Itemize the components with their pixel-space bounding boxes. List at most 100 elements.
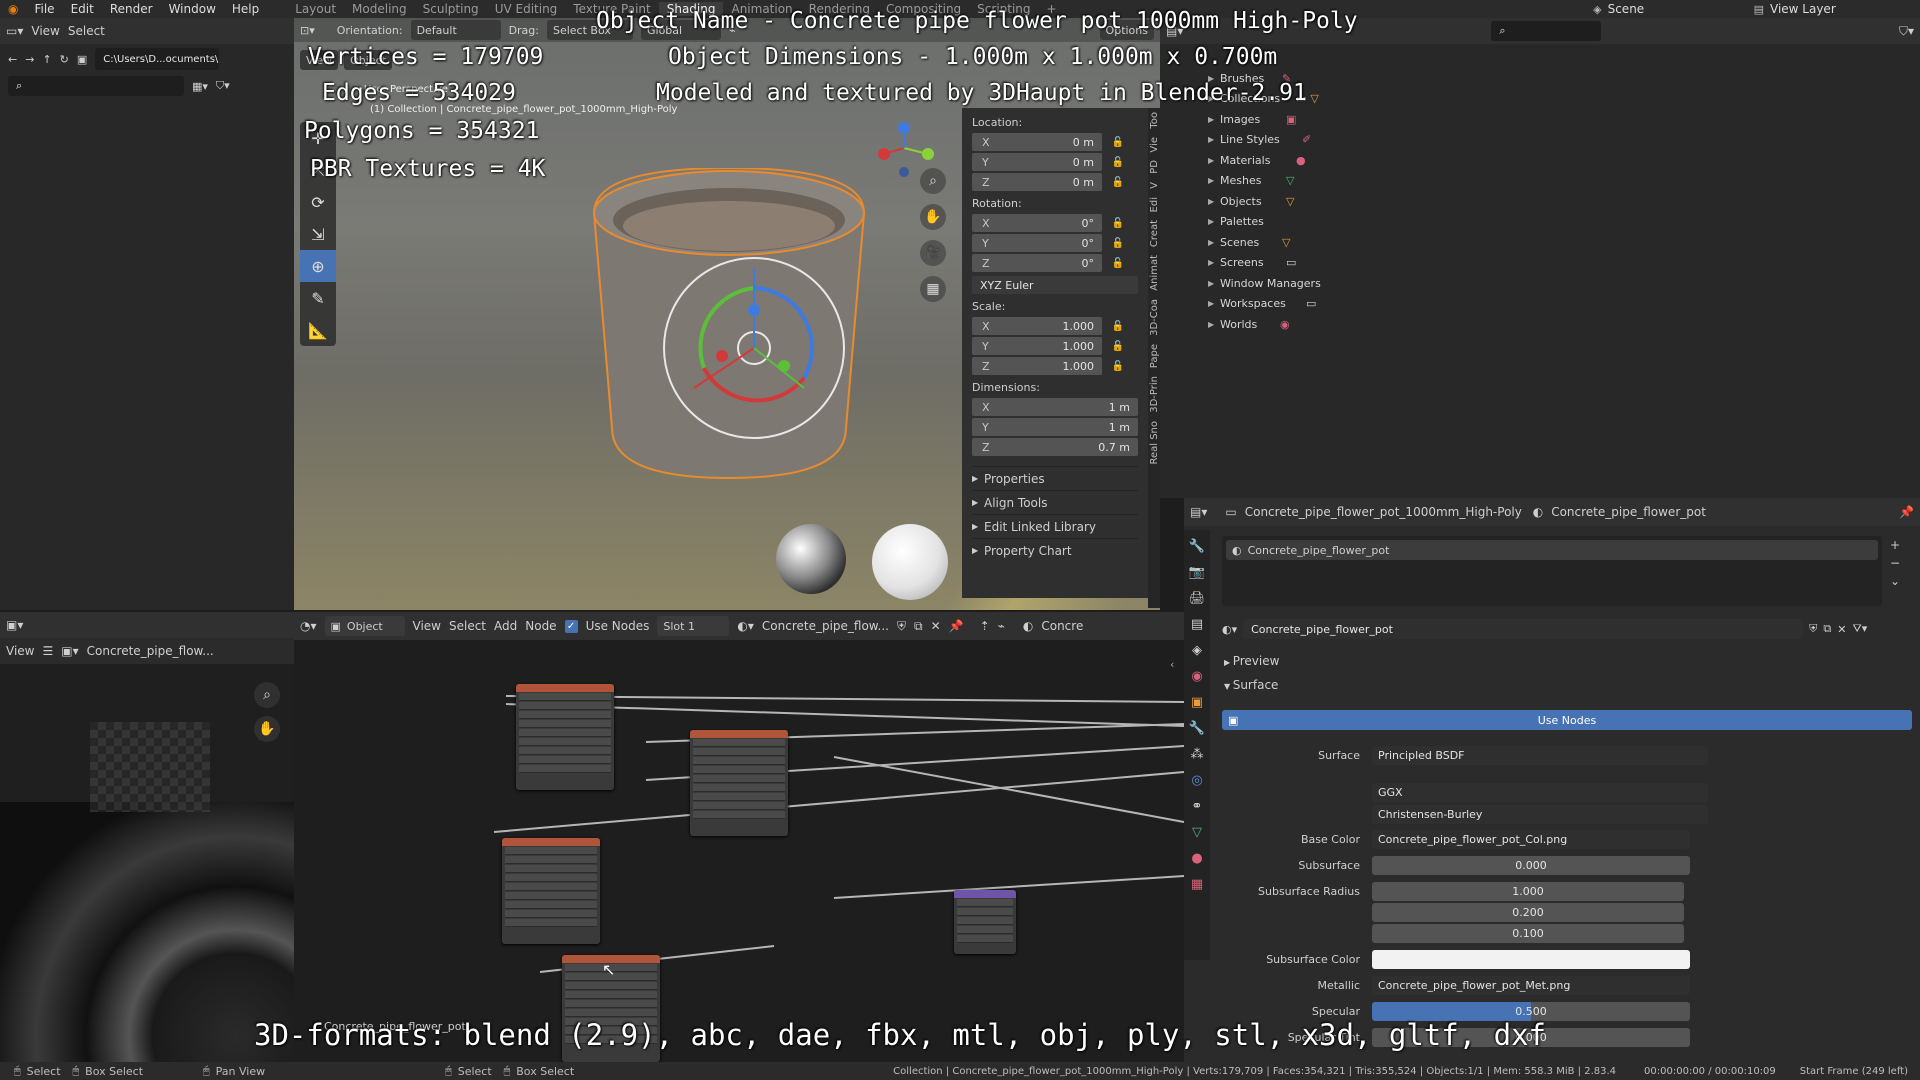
menu-window[interactable]: Window: [161, 2, 224, 16]
outliner-item-meshes[interactable]: ▶ Meshes ▽: [1208, 171, 1920, 192]
tab-tool[interactable]: Too: [1149, 108, 1160, 133]
distribution-dropdown[interactable]: GGX: [1372, 783, 1708, 802]
node-editor-sidebar-toggle[interactable]: ‹: [1170, 658, 1174, 671]
image-texture-node-metallic[interactable]: [690, 730, 788, 836]
outliner-item-objects[interactable]: ▶ Objects ▽: [1208, 191, 1920, 212]
image-view-menu[interactable]: View: [6, 644, 34, 658]
image-texture-node-roughness[interactable]: [502, 838, 600, 944]
lock-icon[interactable]: 🔓: [1110, 238, 1126, 249]
scale-tool-icon[interactable]: ⇲: [300, 218, 336, 250]
base-color-texture-field[interactable]: Concrete_pipe_flower_pot_Col.png: [1372, 830, 1690, 849]
outliner-item-materials[interactable]: ▶ Materials ●: [1208, 150, 1920, 171]
node-editor-panel[interactable]: ◔▾ ▣ Object View Select Add Node ✓ Use No…: [294, 612, 1184, 1062]
fake-user-shield-icon[interactable]: ⛨: [1809, 622, 1817, 636]
outliner-item-screens[interactable]: ▶ Screens ▭: [1208, 253, 1920, 274]
rotation-x-field[interactable]: X 0°: [972, 214, 1102, 232]
pan-hand-icon[interactable]: ✋: [254, 716, 280, 742]
render-tab-icon[interactable]: 📷: [1187, 562, 1207, 582]
filter-icon[interactable]: ⛉▾: [216, 79, 230, 93]
subsurface-color-swatch[interactable]: [1372, 950, 1690, 969]
section-edit-linked-library[interactable]: ▶ Edit Linked Library: [972, 514, 1138, 538]
constraints-tab-icon[interactable]: ⚭: [1187, 796, 1207, 816]
lock-icon[interactable]: 🔓: [1110, 218, 1126, 229]
3d-viewport[interactable]: ⊡▾ Orientation: Default Drag: Select Box…: [294, 18, 1160, 610]
scale-x-field[interactable]: X 1.000: [972, 317, 1102, 335]
image-browse-icon[interactable]: ▣▾: [61, 644, 78, 658]
dimension-x-field[interactable]: X1 m: [972, 398, 1138, 416]
rotation-z-field[interactable]: Z 0°: [972, 254, 1102, 272]
zoom-icon[interactable]: ⌕: [920, 168, 946, 194]
location-y-field[interactable]: Y0 m: [972, 153, 1102, 171]
lock-icon[interactable]: 🔓: [1110, 157, 1126, 168]
subsurface-radius-x-field[interactable]: 1.000: [1372, 882, 1684, 901]
surface-shader-dropdown[interactable]: Principled BSDF: [1372, 746, 1708, 765]
tab-paper[interactable]: Pape: [1149, 340, 1160, 372]
duplicate-material-icon[interactable]: ⧉: [1823, 622, 1831, 636]
use-nodes-button[interactable]: ▣ Use Nodes: [1222, 710, 1912, 730]
tab-edit[interactable]: Edi: [1149, 193, 1160, 216]
menu-edit[interactable]: Edit: [63, 2, 102, 16]
outliner-item-images[interactable]: ▶ Images ▣: [1208, 109, 1920, 130]
output-tab-icon[interactable]: 🖨: [1187, 588, 1207, 608]
menu-file[interactable]: File: [26, 2, 62, 16]
tab-view[interactable]: Vie: [1149, 133, 1160, 157]
outliner-search-input[interactable]: ⌕: [1491, 21, 1602, 41]
subsurface-radius-z-field[interactable]: 0.100: [1372, 924, 1684, 943]
material-slot-item[interactable]: ◐ Concrete_pipe_flower_pot: [1226, 540, 1878, 560]
slot-menu-chevron-icon[interactable]: ⌄: [1890, 574, 1900, 588]
filter-icon[interactable]: ⛉▾: [1899, 24, 1914, 39]
world-tab-icon[interactable]: ◉: [1187, 666, 1207, 686]
subsurface-method-dropdown[interactable]: Christensen-Burley: [1372, 805, 1708, 824]
tab-3d-print[interactable]: 3D-Prin: [1149, 372, 1160, 417]
section-properties[interactable]: ▶ Properties: [972, 466, 1138, 490]
material-browse-icon[interactable]: ◐▾: [1222, 623, 1237, 636]
material-link-icon[interactable]: ⛛▾: [1852, 622, 1867, 636]
annotate-tool-icon[interactable]: ✎: [300, 282, 336, 314]
section-property-chart[interactable]: ▶ Property Chart: [972, 538, 1138, 562]
section-align-tools[interactable]: ▶ Align Tools: [972, 490, 1138, 514]
lock-icon[interactable]: 🔓: [1110, 361, 1126, 372]
ortho-grid-icon[interactable]: ▦: [920, 276, 946, 302]
tab-uv-editing[interactable]: UV Editing: [487, 2, 566, 16]
editor-type-icon[interactable]: ▣▾: [6, 618, 23, 632]
outliner-item-collections[interactable]: ▶ Collections ▭ ▽: [1208, 89, 1920, 110]
particles-tab-icon[interactable]: ⁂: [1187, 744, 1207, 764]
menu-render[interactable]: Render: [102, 2, 161, 16]
lock-icon[interactable]: 🔓: [1110, 341, 1126, 352]
back-arrow-icon[interactable]: ←: [8, 53, 17, 66]
transform-tool-icon[interactable]: ⊕: [300, 250, 336, 282]
outliner-item-palettes[interactable]: ▶ Palettes: [1208, 212, 1920, 233]
outliner-item-scenes[interactable]: ▶ Scenes ▽: [1208, 232, 1920, 253]
material-name-field[interactable]: Concrete_pipe_flower_pot: [1243, 619, 1804, 639]
rotate-tool-icon[interactable]: ⟳: [300, 186, 336, 218]
outliner-item-line-styles[interactable]: ▶ Line Styles ✐: [1208, 130, 1920, 151]
tab-v[interactable]: V: [1149, 178, 1160, 193]
tab-3d-coat[interactable]: 3D-Coa: [1149, 295, 1160, 340]
preview-section[interactable]: ▶ Preview: [1224, 654, 1279, 668]
modifier-tab-icon[interactable]: 🔧: [1187, 718, 1207, 738]
outliner-item-window-managers[interactable]: ▶ Window Managers: [1208, 273, 1920, 294]
editor-type-icon[interactable]: ▭▾: [6, 24, 23, 38]
tab-pd[interactable]: PD: [1149, 156, 1160, 178]
dimension-y-field[interactable]: Y1 m: [972, 418, 1138, 436]
surface-section[interactable]: ▼ Surface: [1224, 678, 1278, 692]
image-name-field[interactable]: Concrete_pipe_flow...: [87, 644, 214, 658]
path-field[interactable]: C:\Users\D...ocuments\: [95, 48, 220, 70]
pin-icon[interactable]: 📌: [1899, 505, 1914, 519]
tab-create[interactable]: Creat: [1149, 216, 1160, 251]
location-x-field[interactable]: X0 m: [972, 133, 1102, 151]
tab-real-snow[interactable]: Real Sno: [1149, 417, 1160, 469]
lock-icon[interactable]: 🔓: [1110, 137, 1126, 148]
unlink-material-icon[interactable]: ✕: [1837, 623, 1846, 636]
mesh-data-tab-icon[interactable]: ▽: [1187, 822, 1207, 842]
normal-map-node[interactable]: [954, 890, 1016, 954]
tab-animation[interactable]: Animat: [1149, 251, 1160, 295]
zoom-icon[interactable]: ⌕: [254, 682, 280, 708]
orientation-dropdown[interactable]: Default: [410, 20, 501, 40]
menu-help[interactable]: Help: [224, 2, 267, 16]
camera-view-icon[interactable]: 🎥: [920, 240, 946, 266]
outliner-item-brushes[interactable]: ▶ Brushes ✎: [1208, 68, 1920, 89]
forward-arrow-icon[interactable]: →: [25, 53, 34, 66]
file-browser-select-menu[interactable]: Select: [68, 24, 105, 38]
dimension-z-field[interactable]: Z 0.7 m: [972, 438, 1138, 456]
